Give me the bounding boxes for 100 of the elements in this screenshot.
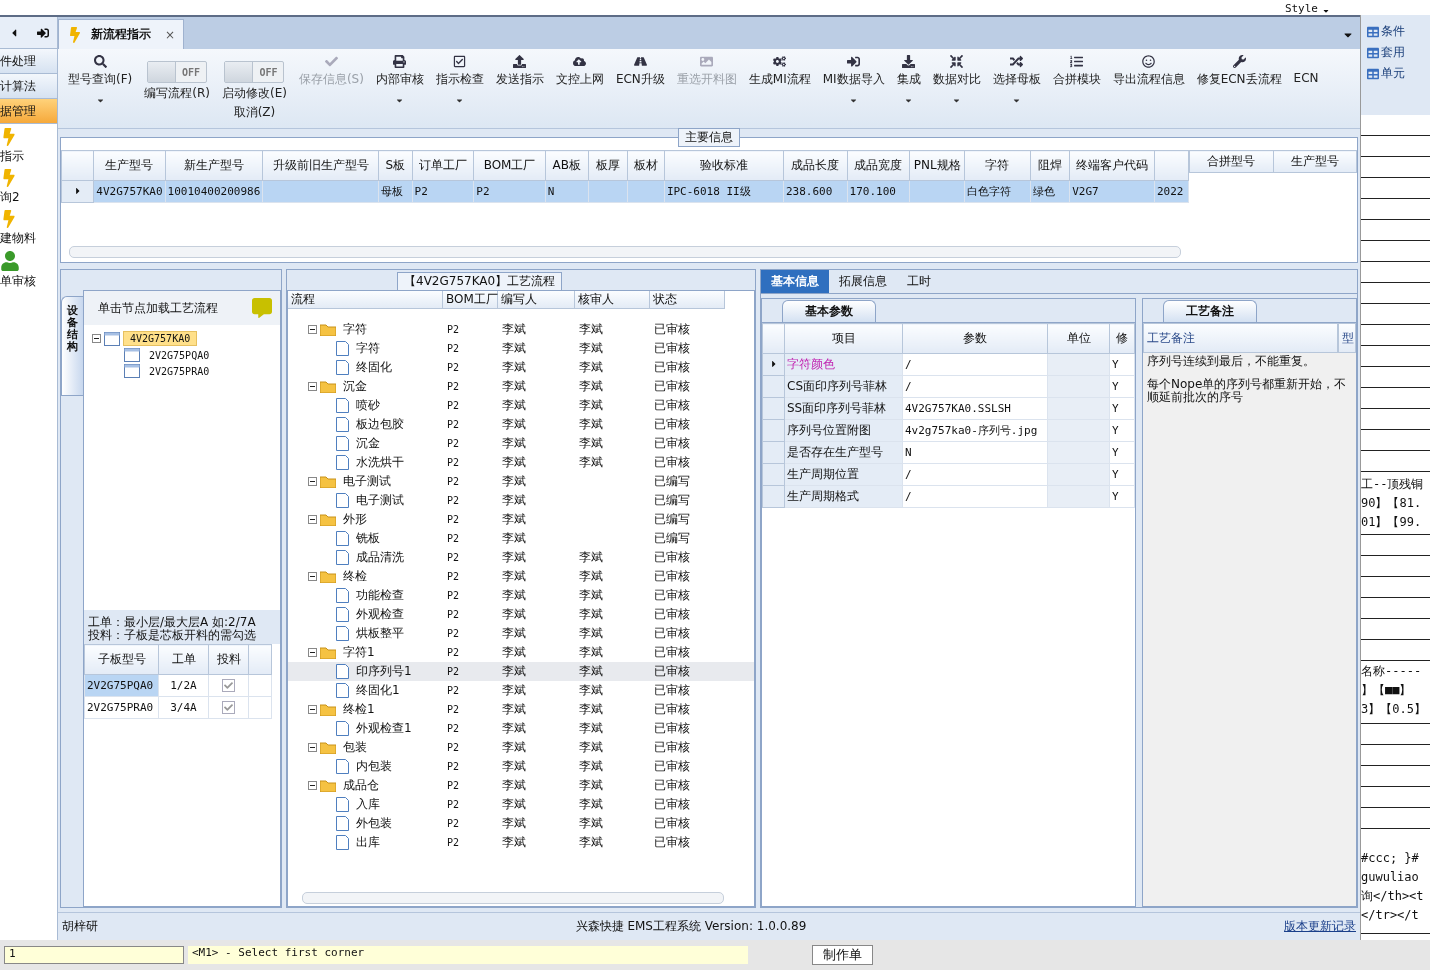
table-row[interactable]: 生产周期格式 / Y xyxy=(762,485,1135,508)
table-row[interactable]: 生产周期位置 / Y xyxy=(762,463,1135,486)
flow-row[interactable]: 外观检查1 P2 李斌 李斌 已审核 xyxy=(288,719,754,738)
toolbar-button[interactable]: 数据对比 xyxy=(926,53,987,105)
collapse-icon[interactable] xyxy=(308,780,317,790)
flow-row[interactable]: 沉金 P2 李斌 李斌 已审核 xyxy=(288,434,754,453)
collapse-icon[interactable] xyxy=(92,333,101,343)
collapse-icon[interactable] xyxy=(308,571,317,581)
column-header[interactable]: 编写人 xyxy=(498,291,575,309)
nav-item[interactable]: 单审核 xyxy=(0,273,36,290)
flow-row[interactable]: 成品仓 P2 李斌 李斌 已审核 xyxy=(288,776,754,795)
flow-row[interactable]: 终固化 P2 李斌 李斌 已审核 xyxy=(288,358,754,377)
style-menu[interactable]: Style xyxy=(1284,2,1318,15)
tree-node[interactable]: 2V2G75PRA0 xyxy=(143,364,216,378)
scrollbar[interactable] xyxy=(302,892,724,904)
column-header[interactable]: 新生产型号 xyxy=(165,150,263,181)
nav-item[interactable]: 建物料 xyxy=(0,230,36,247)
flow-row[interactable]: 成品清洗 P2 李斌 李斌 已审核 xyxy=(288,548,754,567)
flow-row[interactable]: 字符 P2 李斌 李斌 已审核 xyxy=(288,320,754,339)
flow-row[interactable]: 终检1 P2 李斌 李斌 已审核 xyxy=(288,700,754,719)
column-header[interactable]: 终端客户代码 xyxy=(1069,150,1155,181)
flow-row[interactable]: 功能检查 P2 李斌 李斌 已审核 xyxy=(288,586,754,605)
column-header[interactable]: 成品宽度 xyxy=(847,150,910,181)
collapse-icon[interactable] xyxy=(308,742,317,752)
flow-row[interactable]: 字符 P2 李斌 李斌 已审核 xyxy=(288,339,754,358)
flow-row[interactable]: 终固化1 P2 李斌 李斌 已审核 xyxy=(288,681,754,700)
column-header[interactable]: 订单工厂 xyxy=(412,150,474,181)
flow-row[interactable]: 包装 P2 李斌 李斌 已审核 xyxy=(288,738,754,757)
toolbar-button[interactable]: 合拼模块 xyxy=(1046,53,1107,88)
toolbar-button[interactable]: MI数据导入 xyxy=(816,53,891,105)
toolbar-button[interactable]: 选择母板 xyxy=(986,53,1047,105)
toolbar-button[interactable]: 修复ECN丢流程 xyxy=(1190,53,1288,88)
column-header[interactable]: 合拼型号 xyxy=(1189,150,1273,173)
ribbon-button[interactable]: 单元 xyxy=(1367,65,1430,82)
checkbox[interactable] xyxy=(222,700,235,714)
column-header[interactable]: 项目 xyxy=(784,323,903,354)
column-header[interactable]: BOM工厂 xyxy=(443,291,498,309)
ribbon-button[interactable]: 套用 xyxy=(1367,44,1430,61)
flow-row[interactable]: 电子测试 P2 李斌 已编写 xyxy=(288,491,754,510)
column-header[interactable]: 生产型号 xyxy=(1273,150,1357,173)
flow-row[interactable]: 内包装 P2 李斌 李斌 已审核 xyxy=(288,757,754,776)
side-tab[interactable]: 设备结构 xyxy=(61,296,83,396)
toolbar-button[interactable]: 生成MI流程 xyxy=(742,53,817,88)
toolbar-button[interactable]: ECN升级 xyxy=(609,53,671,88)
sign-in-icon[interactable] xyxy=(36,26,49,39)
tab[interactable]: 工时 xyxy=(897,270,941,293)
flow-row[interactable]: 水洗烘干 P2 李斌 李斌 已审核 xyxy=(288,453,754,472)
flow-row[interactable]: 烘板整平 P2 李斌 李斌 已审核 xyxy=(288,624,754,643)
column-header[interactable]: 板厚 xyxy=(588,150,628,181)
column-header[interactable]: 子板型号 xyxy=(84,644,159,675)
checkbox[interactable] xyxy=(222,678,235,692)
column-header[interactable]: AB板 xyxy=(545,150,588,181)
nav-item[interactable]: 指示 xyxy=(0,148,24,165)
nav-item[interactable]: 计算法 xyxy=(0,74,57,99)
column-header[interactable]: 成品长度 xyxy=(783,150,848,181)
table-row[interactable]: 序列号位置附图 4v2g757ka0-序列号.jpg Y xyxy=(762,419,1135,442)
toolbar-button[interactable]: 发送指示 xyxy=(489,53,550,88)
table-row[interactable]: 是否存在生产型号 N Y xyxy=(762,441,1135,464)
flow-row[interactable]: 入库 P2 李斌 李斌 已审核 xyxy=(288,795,754,814)
toolbar-button[interactable]: 指示检查 xyxy=(429,53,490,105)
column-header[interactable]: 生产型号 xyxy=(93,150,166,181)
column-header[interactable]: 升级前旧生产型号 xyxy=(262,150,379,181)
flow-row[interactable]: 喷砂 P2 李斌 李斌 已审核 xyxy=(288,396,754,415)
tab[interactable]: 拓展信息 xyxy=(829,270,897,293)
toggle-switch[interactable]: OFF xyxy=(147,61,208,83)
collapse-icon[interactable] xyxy=(308,647,317,657)
flow-row[interactable]: 板边包胶 P2 李斌 李斌 已审核 xyxy=(288,415,754,434)
collapse-icon[interactable] xyxy=(308,476,317,486)
flow-row[interactable]: 终检 P2 李斌 李斌 已审核 xyxy=(288,567,754,586)
column-header[interactable]: 验收标准 xyxy=(664,150,784,181)
tree-node[interactable]: 2V2G75PQA0 xyxy=(143,348,216,362)
column-header[interactable]: 流程 xyxy=(288,291,443,309)
column-header[interactable]: PNL规格 xyxy=(909,150,965,181)
flow-row[interactable]: 字符1 P2 李斌 李斌 已审核 xyxy=(288,643,754,662)
command-field[interactable]: 1 xyxy=(4,946,184,964)
flow-row[interactable]: 电子测试 P2 李斌 已编写 xyxy=(288,472,754,491)
toggle-switch[interactable]: OFF xyxy=(224,61,285,83)
collapse-icon[interactable] xyxy=(308,704,317,714)
table-row[interactable]: 字符颜色 / Y xyxy=(762,353,1135,376)
flow-row[interactable]: 外形 P2 李斌 已编写 xyxy=(288,510,754,529)
nav-item[interactable]: 件处理 xyxy=(0,49,57,74)
tab[interactable]: 基本信息 xyxy=(761,270,829,293)
table-row[interactable]: CS面印序列号菲林 / Y xyxy=(762,375,1135,398)
column-header[interactable]: 核审人 xyxy=(575,291,650,309)
tab[interactable]: 工艺备注 xyxy=(1163,300,1257,322)
collapse-icon[interactable] xyxy=(308,381,317,391)
toolbar-button[interactable]: 内部审核 xyxy=(369,53,430,105)
column-header[interactable]: 单位 xyxy=(1047,323,1110,354)
toolbar-button[interactable]: 导出流程信息 xyxy=(1106,53,1191,88)
flow-row[interactable]: 沉金 P2 李斌 李斌 已审核 xyxy=(288,377,754,396)
person-icon[interactable] xyxy=(0,251,20,271)
table-row[interactable]: SS面印序列号菲林 4V2G757KA0.SSLSH Y xyxy=(762,397,1135,420)
column-header[interactable]: 工单 xyxy=(158,644,209,675)
column-header[interactable]: 字符 xyxy=(964,150,1031,181)
column-header[interactable]: S板 xyxy=(378,150,413,181)
column-header[interactable]: 参数 xyxy=(902,323,1048,354)
sheet-tab[interactable]: 制作单 xyxy=(812,945,873,965)
column-header[interactable]: 工艺备注 xyxy=(1143,323,1338,353)
changelog-link[interactable]: 版本更新记录 xyxy=(1284,918,1356,935)
flow-row[interactable]: 外包装 P2 李斌 李斌 已审核 xyxy=(288,814,754,833)
